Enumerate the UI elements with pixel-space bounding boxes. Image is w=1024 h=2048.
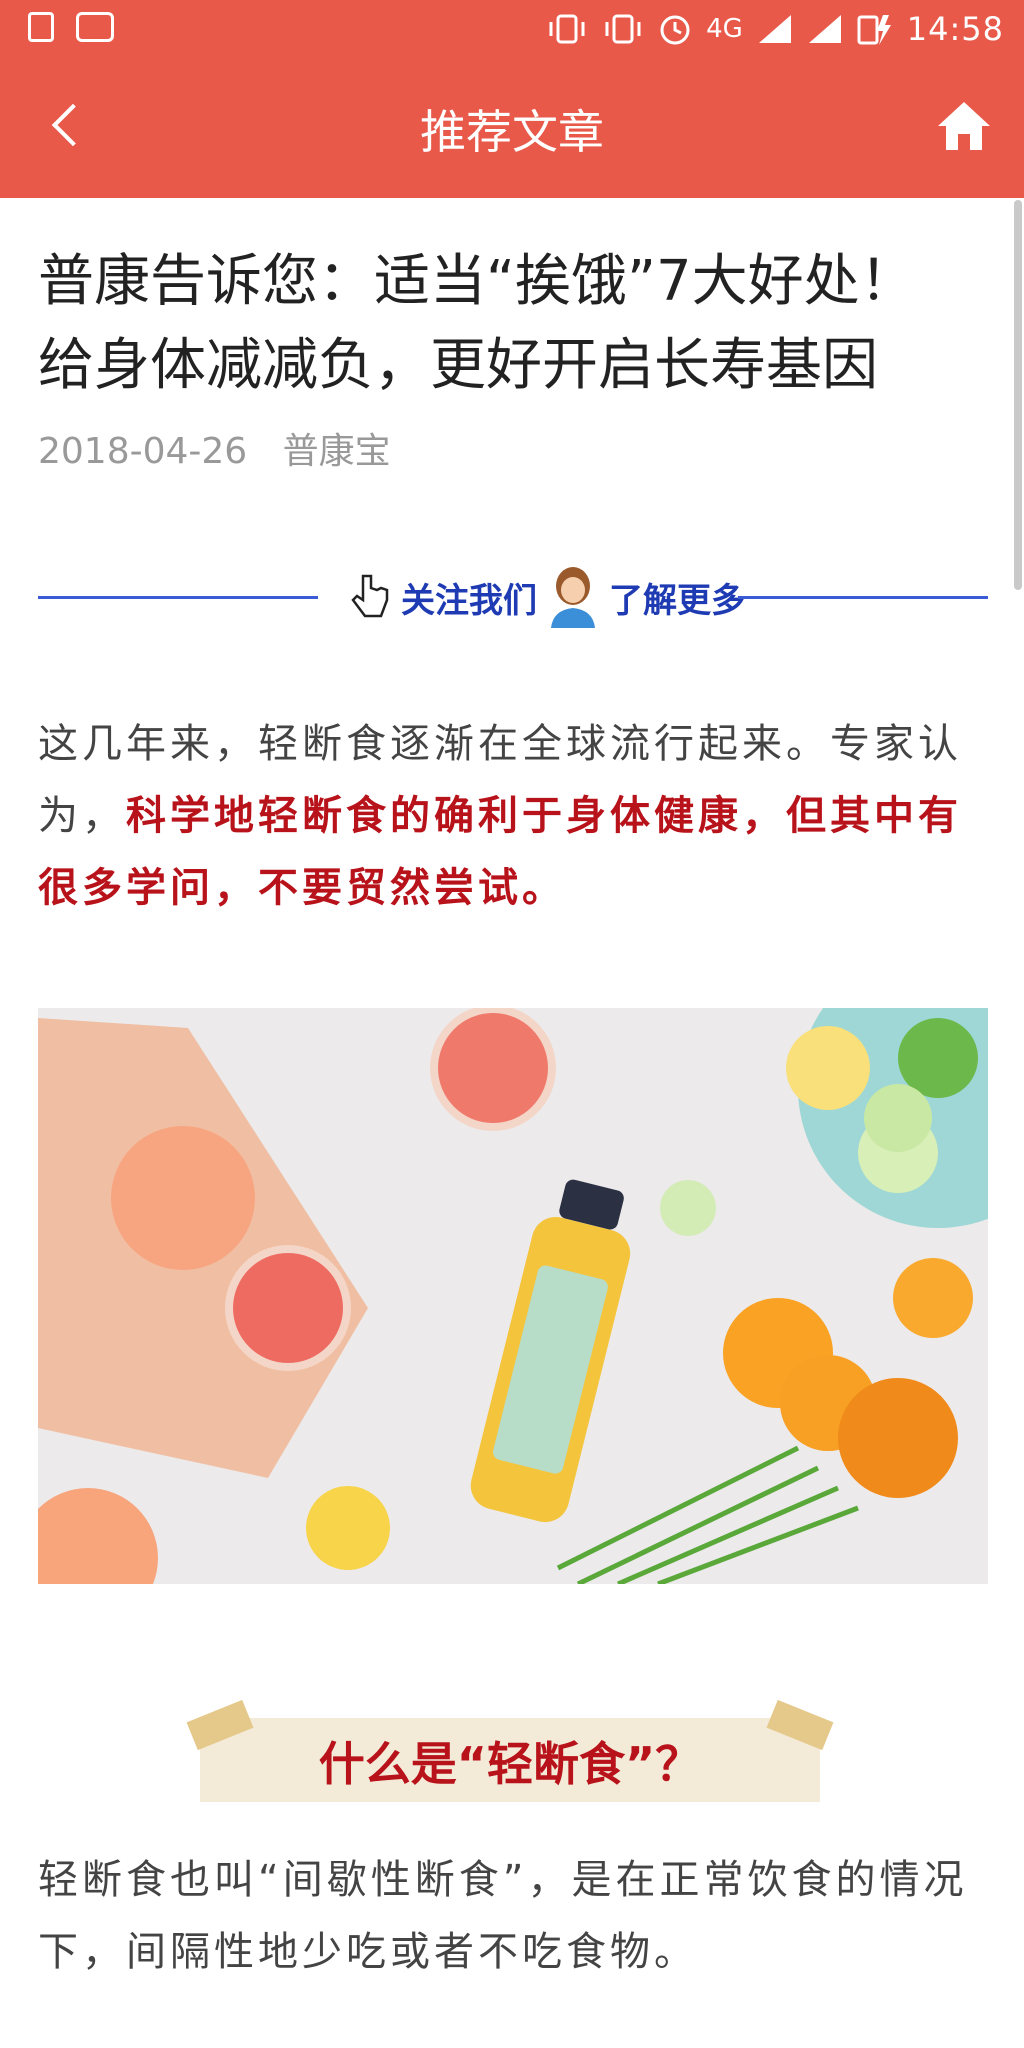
status-right: 4G 14:58 [546,10,1004,48]
lemon [306,1486,390,1570]
download-notification-icon [28,12,54,42]
lime [898,1018,978,1098]
battery-icon [857,15,891,45]
article-title-line-1: 普康告诉您：适当“挨饿”7大好处！ [38,249,916,314]
app-bar: 推荐文章 [0,62,1024,198]
message-notification-icon [76,12,114,42]
article-title: 普康告诉您：适当“挨饿”7大好处！ 给身体减减负，更好开启长寿基因 [38,240,988,408]
home-icon[interactable] [934,96,994,156]
alarm-icon [660,15,690,45]
signal-icon [808,15,841,43]
vibrate-icon [549,14,585,44]
article-meta: 2018-04-26 普康宝 [38,422,988,474]
section-title: 什么是“轻断食”？ [318,1737,702,1791]
follow-banner-center: 关注我们 了解更多 [328,562,768,632]
pointing-hand-icon [351,574,389,618]
article-header: 普康告诉您：适当“挨饿”7大好处！ 给身体减减负，更好开启长寿基因 2018-0… [38,240,988,474]
divider-right [738,596,988,599]
network-type: 4G [706,14,743,44]
article-title-line-2: 给身体减减负，更好开启长寿基因 [38,333,878,398]
divider-left [38,596,318,599]
scrollbar[interactable] [1014,200,1022,590]
status-bar: 4G 14:58 [0,0,1024,62]
vibrate-icon [605,14,641,44]
lemon-slice [786,1026,870,1110]
orange-slice [893,1258,973,1338]
signal-icon [758,15,791,43]
publish-date: 2018-04-26 [38,431,248,472]
intro-paragraph: 这几年来，轻断食逐渐在全球流行起来。专家认为，科学地轻断食的确利于身体健康，但其… [38,708,988,924]
grapefruit-slice [438,1013,548,1123]
section-heading: 什么是“轻断食”？ [186,1699,834,1810]
follow-us-text: 关注我们 [401,580,537,621]
learn-more-text: 了解更多 [609,580,745,621]
clock-time: 14:58 [906,10,1004,48]
person-icon [551,567,595,628]
lime-slice [864,1084,932,1152]
section-paragraph: 轻断食也叫“间歇性断食”，是在正常饮食的情况下，间隔性地少吃或者不吃食物。 [38,1857,968,1975]
top-bar: 4G 14:58 推荐文章 [0,0,1024,198]
follow-banner: 关注我们 了解更多 [38,558,988,632]
intro-highlight-text: 科学地轻断食的确利于身体健康，但其中有很多学问，不要贸然尝试。 [38,793,962,911]
orange-whole [838,1378,958,1498]
page-title: 推荐文章 [420,105,604,159]
lime-slice-small [660,1180,716,1236]
grapefruit-whole [111,1126,255,1270]
status-left [28,12,114,42]
juice-photo [38,1008,988,1584]
article-source: 普康宝 [282,431,391,472]
grapefruit-half [233,1253,343,1363]
